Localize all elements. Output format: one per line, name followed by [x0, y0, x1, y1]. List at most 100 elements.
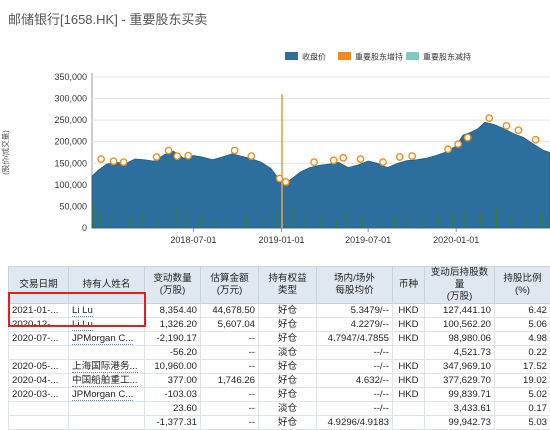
table-cell: --	[201, 360, 259, 374]
y-tick-label: 300,000	[54, 94, 87, 104]
table-cell: --	[201, 388, 259, 402]
y-tick-label: 0	[82, 223, 87, 233]
holder-name-link[interactable]: JPMorgan C...	[72, 389, 133, 401]
table-row[interactable]: 2020-04-...中国船舶重工...377.001,746.26好仓4.63…	[9, 374, 550, 388]
increase-marker	[185, 152, 191, 158]
page-title: 邮储银行[1658.HK] - 重要股东买卖	[8, 9, 207, 28]
increase-marker	[455, 141, 461, 147]
volume-bar	[199, 217, 201, 228]
volume-bar	[93, 202, 95, 228]
increase-marker	[153, 154, 159, 160]
column-header: 场内/场外 每股均价	[317, 267, 393, 304]
table-row[interactable]: -56.20--淡仓--/--4,521.730.22	[9, 346, 550, 360]
table-cell: 5.06	[495, 318, 550, 332]
table-cell: 5,607.04	[201, 318, 259, 332]
increase-marker	[486, 115, 492, 121]
x-tick-label: 2019-07-01	[345, 235, 391, 245]
holder-name-link[interactable]: 上海国际港务...	[72, 361, 138, 373]
table-cell: 5.02	[495, 388, 550, 402]
table-cell: 1,746.26	[201, 374, 259, 388]
increase-marker	[330, 157, 336, 163]
table-cell: 100,562.20	[425, 318, 495, 332]
table-row[interactable]: 2020-07-...JPMorgan C...-2,190.17--好仓4.7…	[9, 332, 550, 346]
volume-bar	[408, 216, 410, 228]
volume-bar	[394, 215, 396, 228]
volume-bar	[525, 216, 527, 228]
volume-bar	[227, 219, 229, 228]
table-cell: 8,354.40	[145, 304, 201, 318]
volume-bar	[362, 217, 364, 228]
table-cell: JPMorgan C...	[69, 388, 145, 402]
table-cell: --	[201, 402, 259, 416]
increase-marker	[380, 159, 386, 165]
legend-swatch	[406, 52, 419, 60]
volume-bar	[217, 219, 219, 228]
y-tick-label: 150,000	[54, 158, 87, 168]
table-cell: 6.42	[495, 304, 550, 318]
column-header: 持股比例 (%)	[495, 267, 550, 304]
volume-bar	[185, 215, 187, 228]
holder-name-link[interactable]: 中国船舶重工...	[72, 375, 138, 387]
holder-name-link[interactable]: JPMorgan C...	[72, 333, 133, 345]
table-cell	[393, 346, 425, 360]
table-cell: 347,969.10	[425, 360, 495, 374]
volume-bar	[479, 213, 481, 228]
column-header: 估算金额 (万元)	[201, 267, 259, 304]
table-cell: 99,942.73	[425, 416, 495, 430]
table-cell	[9, 416, 69, 430]
table-cell	[69, 416, 145, 430]
increase-marker	[397, 154, 403, 160]
table-cell: 99,839.71	[425, 388, 495, 402]
table-row[interactable]: 2020-05-...上海国际港务...10,960.00--好仓--/--HK…	[9, 360, 550, 374]
table-row[interactable]: 2020-03-...JPMorgan C...-103.03--好仓--/--…	[9, 388, 550, 402]
table-cell: 17.52	[495, 360, 550, 374]
table-cell: 好仓	[259, 360, 317, 374]
increase-marker	[409, 153, 415, 159]
y-tick-label: 100,000	[54, 180, 87, 190]
volume-bar	[100, 211, 102, 228]
x-tick-label: 2020-01-01	[433, 235, 479, 245]
table-cell: --	[201, 346, 259, 360]
table-cell: 1,326.20	[145, 318, 201, 332]
table-cell: 0.22	[495, 346, 550, 360]
volume-bar	[281, 94, 283, 228]
table-cell: JPMorgan C...	[69, 332, 145, 346]
table-cell: 好仓	[259, 388, 317, 402]
table-cell: 中国船舶重工...	[69, 374, 145, 388]
table-row[interactable]: -1,377.31--好仓4.9296/4.918399,942.735.03	[9, 416, 550, 430]
increase-marker	[311, 159, 317, 165]
increase-marker	[340, 155, 346, 161]
table-cell: 0.17	[495, 402, 550, 416]
table-cell: 好仓	[259, 304, 317, 318]
increase-marker	[276, 175, 282, 181]
table-cell: HKD	[393, 332, 425, 346]
table-cell: HKD	[393, 374, 425, 388]
table-cell: 377.00	[145, 374, 201, 388]
table-cell: 上海国际港务...	[69, 360, 145, 374]
table-cell: 127,441.10	[425, 304, 495, 318]
table-cell	[69, 346, 145, 360]
table-cell: 19.02	[495, 374, 550, 388]
table-cell: -103.03	[145, 388, 201, 402]
volume-bar	[175, 209, 177, 228]
legend-label: 重要股东减持	[423, 52, 471, 62]
volume-bar	[335, 219, 337, 228]
legend-swatch	[338, 52, 351, 60]
table-cell: 2020-05-...	[9, 360, 69, 374]
volume-bar	[496, 209, 498, 228]
table-cell: 2020-07-...	[9, 332, 69, 346]
increase-marker	[110, 158, 116, 164]
y-tick-label: 350,000	[54, 72, 87, 82]
table-cell: 23.60	[145, 402, 201, 416]
volume-bar	[141, 213, 143, 228]
table-row[interactable]: 23.60--淡仓--/--3,433.610.17	[9, 402, 550, 416]
volume-bar	[345, 213, 347, 228]
table-cell: 好仓	[259, 374, 317, 388]
volume-bar	[464, 211, 466, 228]
shareholder-trades-table: 交易日期持有人姓名变动数量 (万股)估算金额 (万元)持有权益 类型场内/场外 …	[8, 266, 550, 430]
table-cell: 好仓	[259, 332, 317, 346]
table-cell: 4.2279/--	[317, 318, 393, 332]
table-cell: HKD	[393, 304, 425, 318]
x-tick-label: 2019-01-01	[258, 235, 304, 245]
table-cell: 2020-03-...	[9, 388, 69, 402]
